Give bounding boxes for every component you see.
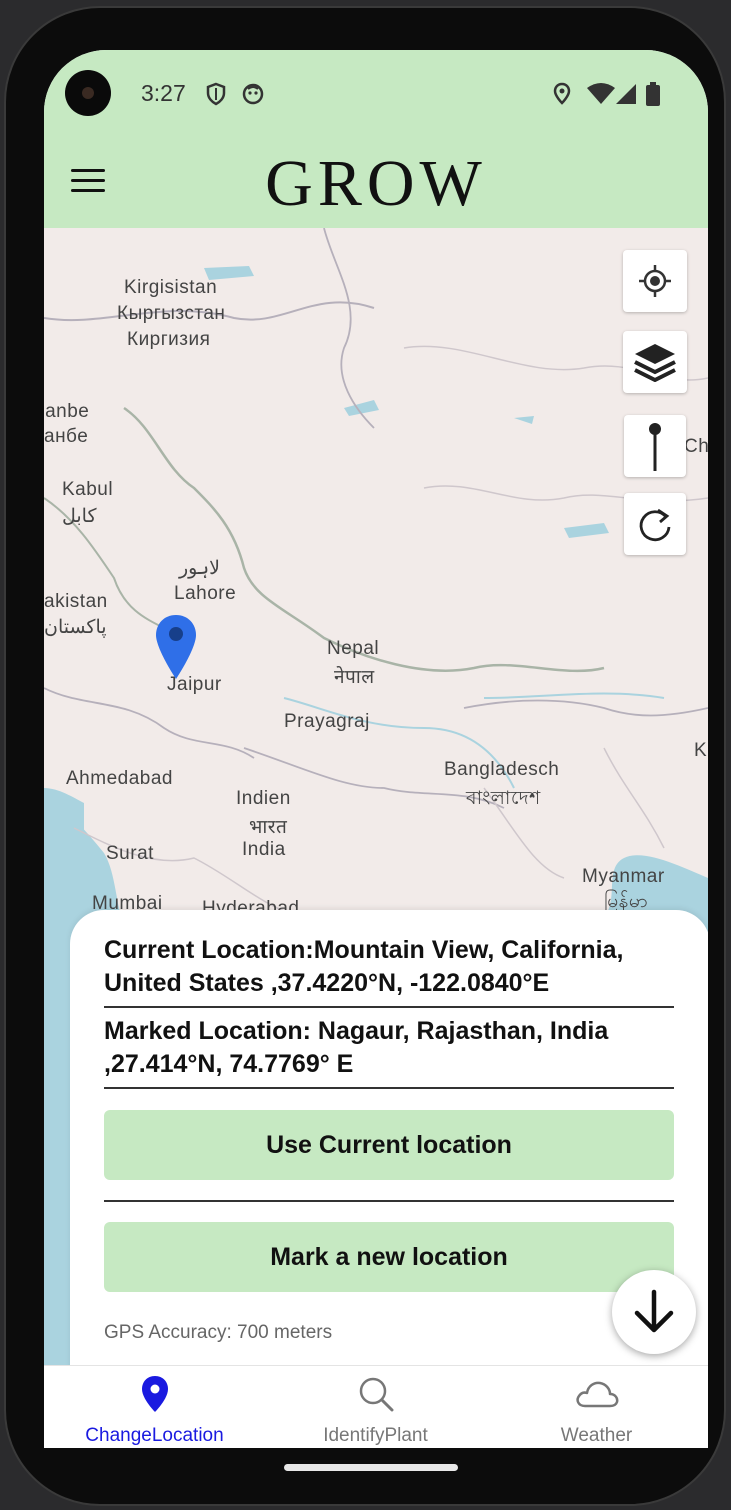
use-current-location-button[interactable]: Use Current location (104, 1110, 674, 1180)
layers-button[interactable] (623, 331, 687, 393)
current-location-text: Current Location:Mountain View, Californ… (104, 936, 624, 997)
collapse-sheet-button[interactable] (612, 1270, 696, 1354)
battery-icon (646, 82, 660, 106)
map-label: анбе (44, 426, 89, 447)
face-icon (242, 83, 264, 105)
marked-location-text: Marked Location: Nagaur, Rajasthan, Indi… (104, 1017, 609, 1078)
map-label: Bangladesch (444, 759, 560, 780)
location-marker-icon[interactable] (154, 613, 198, 683)
map-label: کابل (62, 506, 97, 527)
refresh-button[interactable] (624, 493, 686, 555)
search-icon (359, 1377, 393, 1412)
map-label: भारत (249, 817, 288, 838)
map-label: Ahmedabad (66, 768, 173, 789)
layers-icon (634, 344, 676, 382)
app-title: GROW (265, 147, 487, 220)
status-time: 3:27 (141, 80, 186, 106)
map-label: Киргизия (127, 329, 211, 350)
map-label: Lahore (174, 583, 237, 604)
app-screen: 3:27 GROW Kirgisistan Кыргызстан Киргизи… (44, 50, 708, 1448)
map-label: Prayagraj (284, 711, 370, 732)
map-label: K (694, 740, 708, 761)
map-label: Kabul (62, 479, 114, 500)
nav-weather[interactable]: Weather (486, 1366, 707, 1448)
gps-accuracy-text: GPS Accuracy: 700 meters (104, 1322, 333, 1343)
map-label: India (242, 839, 286, 860)
status-bar: 3:27 (44, 50, 708, 138)
cloud-icon (575, 1381, 618, 1408)
map-label: Ch (684, 436, 708, 457)
map-label: Kirgisistan (124, 277, 218, 298)
drop-pin-button[interactable] (624, 415, 686, 477)
front-camera (65, 70, 111, 116)
location-status-icon (553, 82, 571, 105)
map-label: Кыргызстан (117, 303, 226, 324)
my-location-button[interactable] (623, 250, 687, 312)
pin-icon (649, 423, 661, 471)
map-label: Surat (106, 843, 154, 864)
location-pin-icon (141, 1376, 168, 1412)
nav-label: ChangeLocation (85, 1425, 224, 1446)
divider (104, 1006, 674, 1008)
map-label: پاکستان (44, 617, 107, 638)
home-indicator[interactable] (284, 1464, 458, 1471)
map-label: لاہور (179, 558, 220, 579)
divider (104, 1087, 674, 1089)
divider (104, 1200, 674, 1202)
nav-change-location[interactable]: ChangeLocation (44, 1366, 265, 1448)
app-bar: GROW (44, 138, 708, 228)
shield-icon (206, 82, 226, 106)
map-label: akistan (44, 591, 108, 612)
phone-frame: 3:27 GROW Kirgisistan Кыргызстан Киргизи… (4, 6, 726, 1506)
map-label: नेपाल (334, 667, 375, 688)
refresh-icon (639, 508, 671, 542)
map-label: বাংলাদেশ (466, 788, 541, 809)
arrow-down-icon (634, 1289, 674, 1333)
nav-identify-plant[interactable]: IdentifyPlant (265, 1366, 486, 1448)
wifi-icon (587, 83, 615, 104)
bottom-navigation: ChangeLocation IdentifyPlant Weather (44, 1365, 708, 1448)
map-label: nanbe (44, 401, 90, 422)
map-label: Indien (236, 788, 291, 809)
cellular-signal-icon (616, 84, 636, 104)
map-label: Nepal (327, 638, 380, 659)
nav-label: Weather (560, 1425, 633, 1446)
map-label: Myanmar (582, 866, 665, 887)
mark-new-location-button[interactable]: Mark a new location (104, 1222, 674, 1292)
crosshair-icon (639, 265, 671, 297)
nav-label: IdentifyPlant (323, 1425, 428, 1446)
